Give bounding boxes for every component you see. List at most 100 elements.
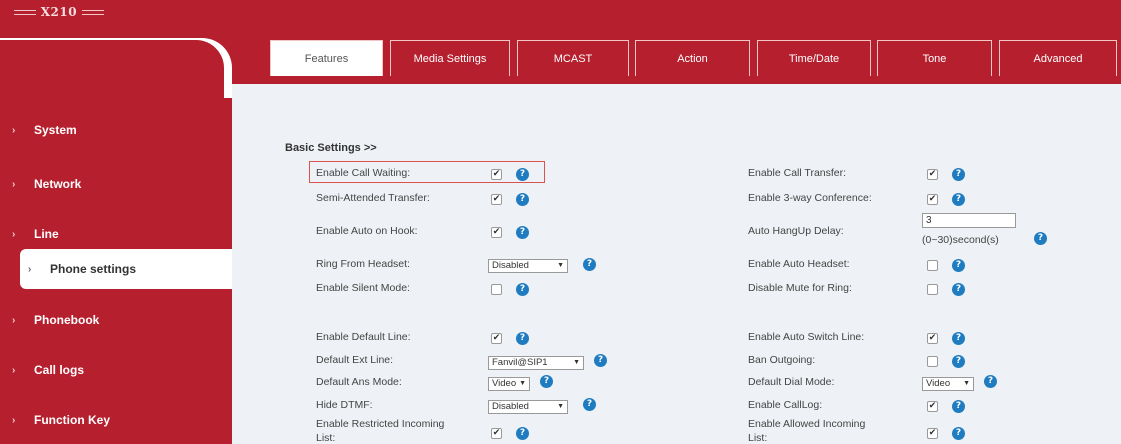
tab-time-date[interactable]: Time/Date <box>757 40 871 76</box>
help-icon[interactable]: ? <box>516 332 529 345</box>
sidebar-item-label: Phone settings <box>50 262 137 276</box>
three-way-checkbox[interactable]: ✔ <box>927 194 938 205</box>
ring-headset-label: Ring From Headset: <box>316 258 410 270</box>
chevron-right-icon: › <box>12 228 16 240</box>
caret-down-icon: ▼ <box>557 403 564 410</box>
semi-attended-label: Semi-Attended Transfer: <box>316 192 430 204</box>
help-icon[interactable]: ? <box>516 193 529 206</box>
top-bar <box>0 0 1121 38</box>
auto-switch-checkbox[interactable]: ✔ <box>927 333 938 344</box>
allowed-incoming-label-2: List: <box>748 432 768 444</box>
tab-media-settings[interactable]: Media Settings <box>390 40 510 76</box>
auto-switch-label: Enable Auto Switch Line: <box>748 331 865 343</box>
help-icon[interactable]: ? <box>540 375 553 388</box>
help-icon[interactable]: ? <box>1034 232 1047 245</box>
silent-mode-checkbox[interactable] <box>491 284 502 295</box>
help-icon[interactable]: ? <box>952 355 965 368</box>
auto-on-hook-label: Enable Auto on Hook: <box>316 225 418 237</box>
dial-mode-select[interactable]: Video ▼ <box>922 377 974 391</box>
caret-down-icon: ▼ <box>573 359 580 366</box>
sidebar-item-label: Network <box>34 177 82 191</box>
mute-ring-checkbox[interactable] <box>927 284 938 295</box>
three-way-label: Enable 3-way Conference: <box>748 192 872 204</box>
auto-headset-checkbox[interactable] <box>927 260 938 271</box>
tab-features[interactable]: Features <box>270 40 383 76</box>
sidebar-item-network[interactable]: › Network <box>0 166 232 202</box>
call-transfer-label: Enable Call Transfer: <box>748 167 847 179</box>
help-icon[interactable]: ? <box>594 354 607 367</box>
sidebar-item-call-logs[interactable]: › Call logs <box>0 352 232 388</box>
chevron-right-icon: › <box>28 263 32 275</box>
restricted-incoming-label-2: List: <box>316 432 336 444</box>
call-transfer-checkbox[interactable]: ✔ <box>927 169 938 180</box>
default-ext-select[interactable]: Fanvil@SIP1 ▼ <box>488 356 584 370</box>
hide-dtmf-select[interactable]: Disabled ▼ <box>488 400 568 414</box>
help-icon[interactable]: ? <box>952 427 965 440</box>
sidebar-item-label: Line <box>34 227 59 241</box>
chevron-right-icon: › <box>12 314 16 326</box>
select-value: Video <box>926 378 951 389</box>
help-icon[interactable]: ? <box>516 168 529 181</box>
auto-hangup-input[interactable]: 3 <box>922 213 1016 228</box>
help-icon[interactable]: ? <box>583 398 596 411</box>
help-icon[interactable]: ? <box>952 193 965 206</box>
ban-outgoing-checkbox[interactable] <box>927 356 938 367</box>
allowed-incoming-label: Enable Allowed Incoming <box>748 418 866 430</box>
default-line-checkbox[interactable]: ✔ <box>491 333 502 344</box>
calllog-label: Enable CallLog: <box>748 399 823 411</box>
restricted-incoming-label: Enable Restricted Incoming <box>316 418 445 430</box>
default-ext-label: Default Ext Line: <box>316 354 394 366</box>
restricted-incoming-checkbox[interactable]: ✔ <box>491 428 502 439</box>
help-icon[interactable]: ? <box>516 427 529 440</box>
ring-headset-select[interactable]: Disabled ▼ <box>488 259 568 273</box>
chevron-right-icon: › <box>12 178 16 190</box>
logo-bars-icon <box>81 10 104 15</box>
chevron-right-icon: › <box>12 124 16 136</box>
sidebar-item-function-key[interactable]: › Function Key <box>0 402 232 438</box>
sidebar-item-system[interactable]: › System <box>0 112 232 148</box>
ban-outgoing-label: Ban Outgoing: <box>748 354 816 366</box>
auto-hangup-label: Auto HangUp Delay: <box>748 225 844 237</box>
sidebar-item-label: Function Key <box>34 413 111 427</box>
tab-mcast[interactable]: MCAST <box>517 40 629 76</box>
call-waiting-label: Enable Call Waiting: <box>316 167 411 179</box>
help-icon[interactable]: ? <box>516 283 529 296</box>
help-icon[interactable]: ? <box>583 258 596 271</box>
model-logo: X210 <box>14 5 104 19</box>
sidebar-item-label: Call logs <box>34 363 85 377</box>
help-icon[interactable]: ? <box>516 226 529 239</box>
help-icon[interactable]: ? <box>952 283 965 296</box>
caret-down-icon: ▼ <box>519 380 526 387</box>
sidebar-item-phone-settings[interactable]: › Phone settings <box>20 249 232 289</box>
call-waiting-checkbox[interactable]: ✔ <box>491 169 502 180</box>
auto-hangup-hint: (0~30)second(s) <box>922 234 999 246</box>
select-value: Disabled <box>492 401 529 412</box>
help-icon[interactable]: ? <box>952 400 965 413</box>
tab-tone[interactable]: Tone <box>877 40 992 76</box>
auto-on-hook-checkbox[interactable]: ✔ <box>491 227 502 238</box>
semi-attended-checkbox[interactable]: ✔ <box>491 194 502 205</box>
chevron-right-icon: › <box>12 364 16 376</box>
allowed-incoming-checkbox[interactable]: ✔ <box>927 428 938 439</box>
chevron-right-icon: › <box>12 414 16 426</box>
help-icon[interactable]: ? <box>952 332 965 345</box>
help-icon[interactable]: ? <box>952 168 965 181</box>
select-value: Disabled <box>492 260 529 271</box>
logo-bars-icon <box>14 10 36 15</box>
section-title: Basic Settings >> <box>285 142 377 154</box>
dial-mode-label: Default Dial Mode: <box>748 376 835 388</box>
select-value: Fanvil@SIP1 <box>492 357 548 368</box>
sidebar-item-line[interactable]: › Line <box>0 216 232 252</box>
caret-down-icon: ▼ <box>963 380 970 387</box>
tab-action[interactable]: Action <box>635 40 750 76</box>
hide-dtmf-label: Hide DTMF: <box>316 399 373 411</box>
sidebar-item-phonebook[interactable]: › Phonebook <box>0 302 232 338</box>
tab-advanced[interactable]: Advanced <box>999 40 1117 76</box>
default-line-label: Enable Default Line: <box>316 331 411 343</box>
help-icon[interactable]: ? <box>984 375 997 388</box>
calllog-checkbox[interactable]: ✔ <box>927 401 938 412</box>
default-ans-select[interactable]: Video ▼ <box>488 377 530 391</box>
select-value: Video <box>492 378 517 389</box>
mute-ring-label: Disable Mute for Ring: <box>748 282 852 294</box>
help-icon[interactable]: ? <box>952 259 965 272</box>
